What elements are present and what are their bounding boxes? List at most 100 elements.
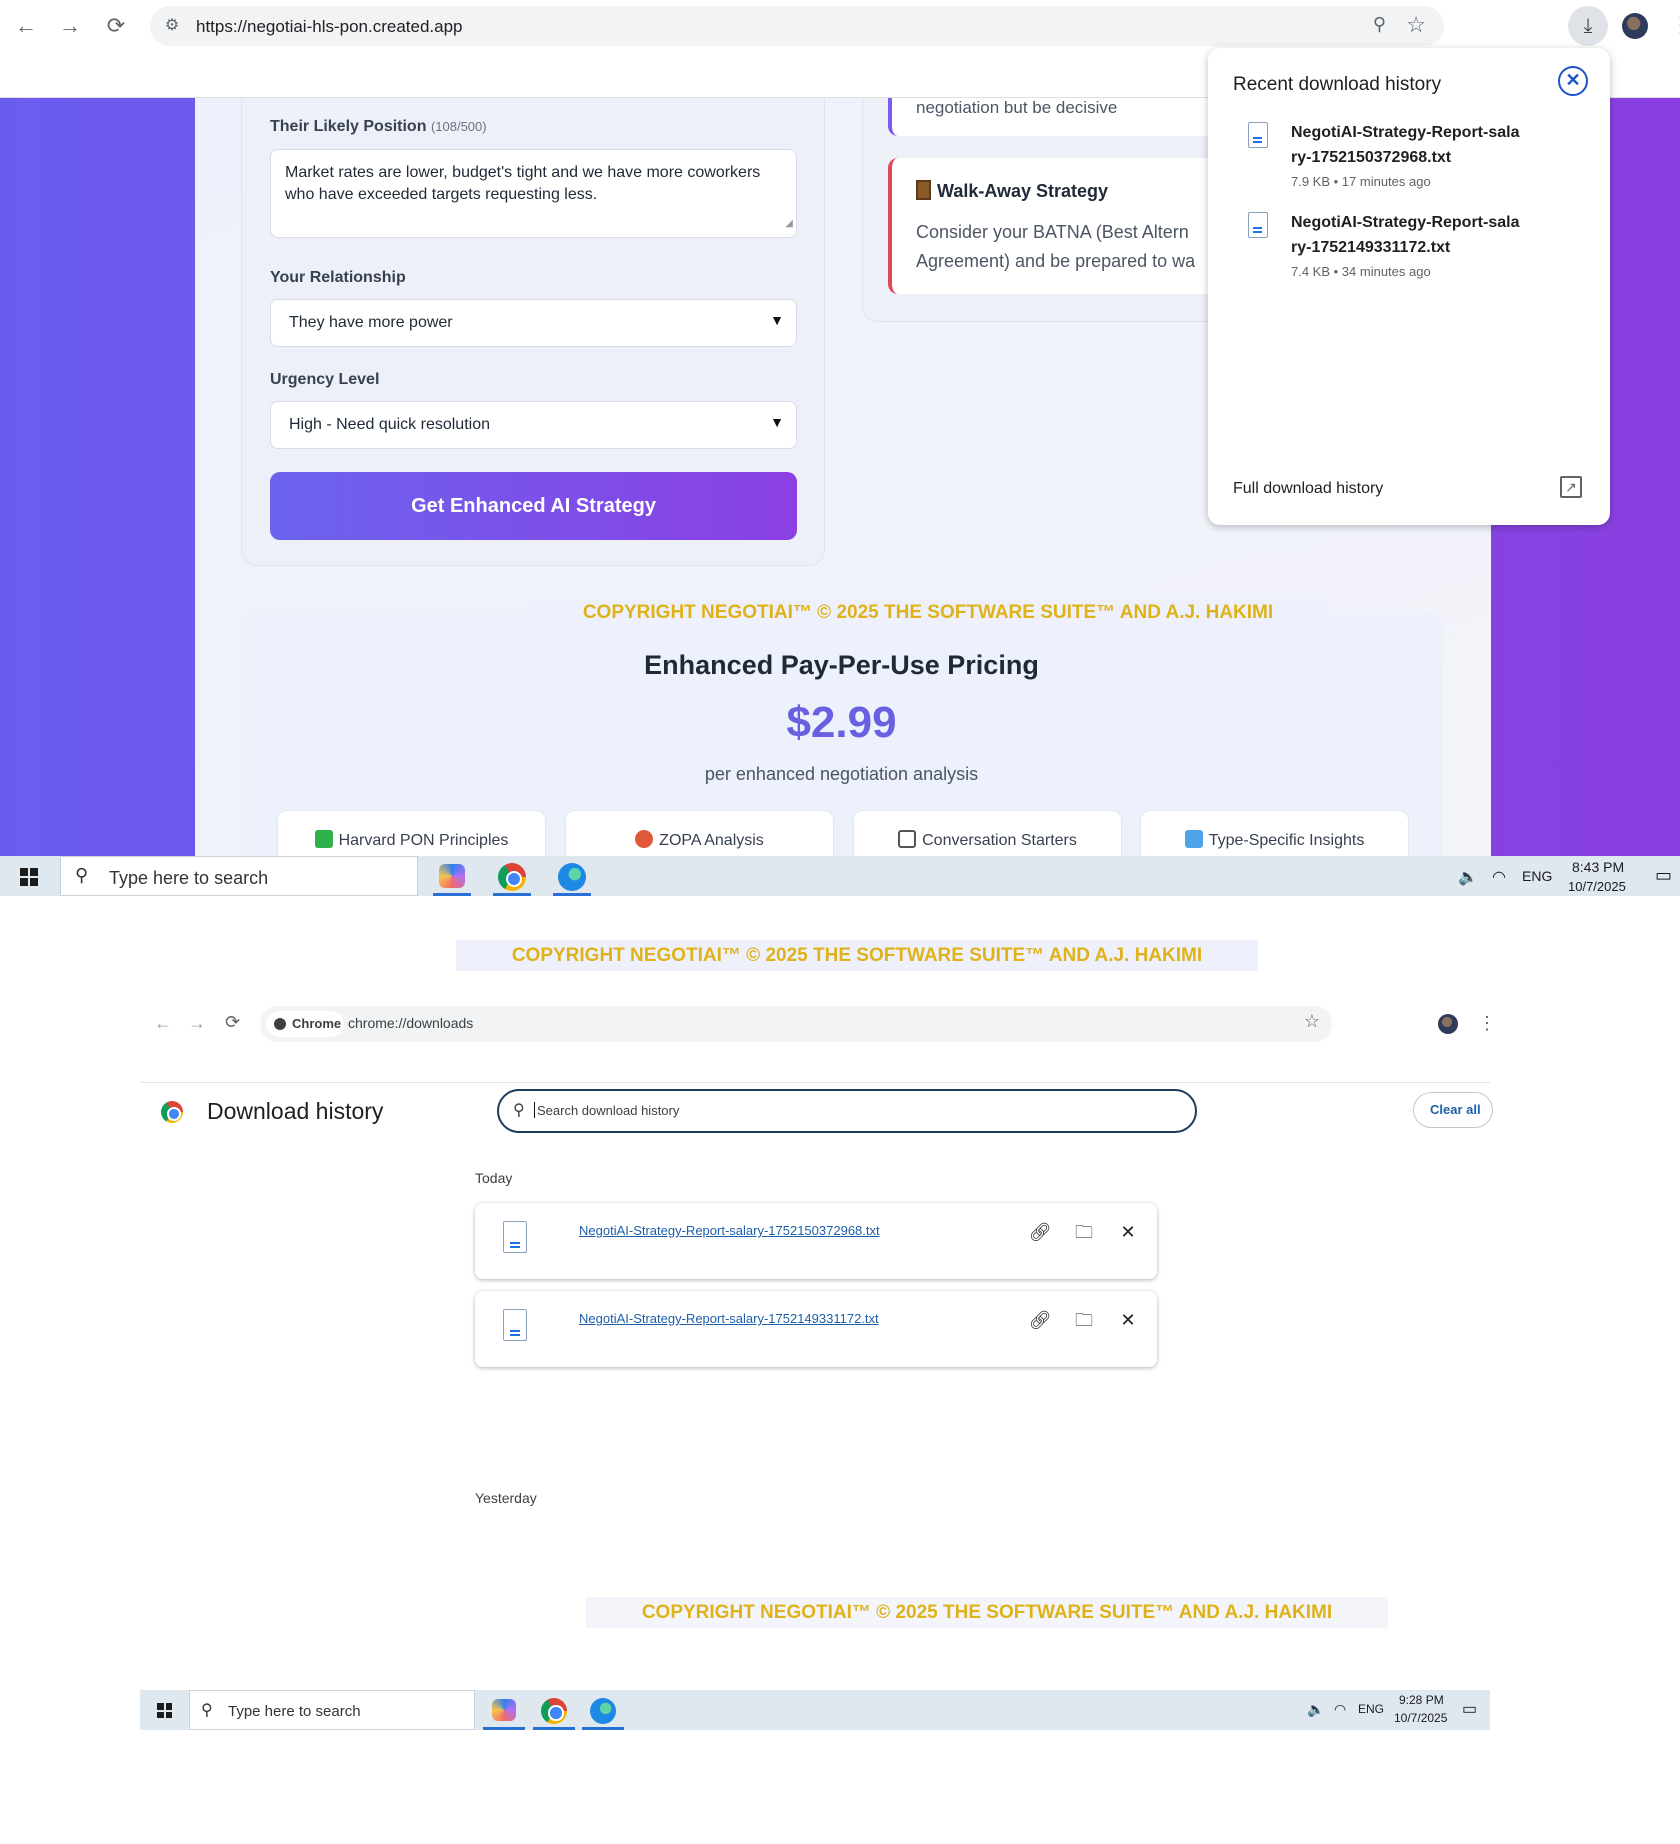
- download-file-link[interactable]: NegotiAI-Strategy-Report-salary-17521493…: [579, 1311, 879, 1326]
- copilot-icon: [439, 864, 465, 888]
- urgency-select[interactable]: High - Need quick resolution ▼: [270, 401, 797, 449]
- file-icon: [503, 1309, 527, 1341]
- url-text[interactable]: https://negotiai-hls-pon.created.app: [196, 17, 463, 37]
- pricing-subtitle: per enhanced negotiation analysis: [704, 764, 979, 784]
- full-download-history-link[interactable]: Full download history: [1233, 480, 1383, 498]
- their-position-value[interactable]: Market rates are lower, budget's tight a…: [285, 164, 760, 203]
- star-icon[interactable]: ☆: [1406, 12, 1426, 38]
- search-placeholder[interactable]: Search download history: [533, 1102, 679, 1118]
- browser-toolbar: ← → ⟳ ⚙ https://negotiai-hls-pon.created…: [0, 0, 1680, 52]
- close-icon[interactable]: ✕: [1558, 66, 1588, 96]
- taskbar: ⚲ Type here to search 🔈 ◠ ENG 9:28 PM 10…: [140, 1690, 1490, 1730]
- clock-time[interactable]: 8:43 PM: [1572, 859, 1624, 875]
- close-icon[interactable]: ✕: [1113, 1217, 1143, 1247]
- wifi-icon[interactable]: ◠: [1492, 867, 1506, 887]
- download-item-name[interactable]: NegotiAI-Strategy-Report-salary-17521503…: [1291, 120, 1521, 170]
- walkaway-line-1: Consider your BATNA (Best Altern: [916, 222, 1189, 242]
- avatar[interactable]: [1438, 1014, 1458, 1034]
- today-label: Today: [475, 1170, 513, 1186]
- edge-icon: [558, 863, 586, 891]
- search-icon: ⚲: [513, 1102, 525, 1119]
- windows-start-icon[interactable]: [157, 1703, 172, 1718]
- their-position-input[interactable]: Market rates are lower, budget's tight a…: [270, 149, 797, 238]
- target-icon: [635, 830, 654, 848]
- url-text[interactable]: chrome://downloads: [348, 1015, 473, 1031]
- relationship-value[interactable]: They have more power: [289, 314, 453, 331]
- download-item-meta: 7.4 KB • 34 minutes ago: [1291, 264, 1431, 279]
- char-count: (108/500): [430, 119, 487, 134]
- taskbar-search[interactable]: ⚲ Type here to search: [189, 1690, 475, 1730]
- speaker-icon[interactable]: 🔈: [1458, 867, 1478, 887]
- chrome-taskbar-button[interactable]: [493, 856, 531, 896]
- menu-icon[interactable]: ⋮: [1670, 12, 1680, 38]
- download-item-meta: 7.9 KB • 17 minutes ago: [1291, 174, 1431, 189]
- avatar[interactable]: [1622, 13, 1648, 39]
- copyright-banner: COPYRIGHT NEGOTIAI™ © 2025 THE SOFTWARE …: [456, 940, 1258, 971]
- download-item[interactable]: NegotiAI-Strategy-Report-salary-17521493…: [1233, 210, 1593, 280]
- windows-start-icon[interactable]: [20, 868, 38, 886]
- language-indicator[interactable]: ENG: [1358, 1702, 1384, 1716]
- wifi-icon[interactable]: ◠: [1334, 1701, 1346, 1718]
- address-bar[interactable]: ⚙ https://negotiai-hls-pon.created.app ⚲…: [150, 6, 1444, 46]
- close-icon[interactable]: ✕: [1113, 1305, 1143, 1335]
- taskbar-search-placeholder[interactable]: Type here to search: [228, 1703, 361, 1720]
- taskbar-search[interactable]: ⚲ Type here to search: [60, 856, 418, 896]
- feature-chip: ZOPA Analysis: [565, 810, 834, 856]
- download-item-name[interactable]: NegotiAI-Strategy-Report-salary-17521493…: [1291, 210, 1521, 260]
- back-button[interactable]: ←: [154, 1013, 172, 1034]
- forward-button[interactable]: →: [188, 1013, 206, 1034]
- search-input[interactable]: ⚲ Search download history: [497, 1089, 1197, 1133]
- edge-icon: [590, 1698, 616, 1724]
- notifications-icon[interactable]: ▭: [1655, 865, 1672, 886]
- address-bar[interactable]: Chrome chrome://downloads ☆: [260, 1006, 1332, 1042]
- link-icon[interactable]: 🔗︎: [1025, 1217, 1055, 1247]
- download-item[interactable]: NegotiAI-Strategy-Report-salary-17521503…: [1233, 120, 1593, 190]
- folder-icon[interactable]: 🗀: [1069, 1217, 1099, 1247]
- relationship-select[interactable]: They have more power ▼: [270, 299, 797, 347]
- reload-button[interactable]: ⟳: [102, 12, 130, 40]
- get-strategy-button[interactable]: Get Enhanced AI Strategy: [270, 472, 797, 540]
- walkaway-body: Consider your BATNA (Best Altern Agreeme…: [916, 218, 1222, 276]
- chevron-down-icon[interactable]: ▼: [770, 312, 784, 328]
- folder-icon[interactable]: 🗀: [1069, 1305, 1099, 1335]
- external-link-icon[interactable]: ↗: [1560, 476, 1582, 498]
- chrome-site-chip[interactable]: Chrome: [266, 1011, 344, 1037]
- copilot-taskbar-button[interactable]: [483, 1690, 525, 1730]
- walkaway-line-2: Agreement) and be prepared to wa: [916, 251, 1196, 271]
- feature-chip: Harvard PON Principles: [277, 810, 546, 856]
- clock-date[interactable]: 10/7/2025: [1568, 879, 1626, 894]
- clear-all-button[interactable]: Clear all: [1413, 1092, 1493, 1128]
- download-bubble-title: Recent download history: [1233, 74, 1442, 95]
- urgency-value[interactable]: High - Need quick resolution: [289, 416, 490, 433]
- notifications-icon[interactable]: ▭: [1462, 1699, 1477, 1719]
- chrome-logo-icon: [161, 1101, 183, 1123]
- chevron-down-icon[interactable]: ▼: [770, 414, 784, 430]
- edge-taskbar-button[interactable]: [582, 1690, 624, 1730]
- download-icon[interactable]: ⤓: [1568, 6, 1608, 46]
- forward-button[interactable]: →: [56, 12, 84, 40]
- site-info-icon[interactable]: ⚙: [160, 14, 184, 38]
- chrome-icon: [498, 863, 526, 891]
- clock-time[interactable]: 9:28 PM: [1399, 1693, 1444, 1707]
- language-indicator[interactable]: ENG: [1522, 868, 1552, 884]
- menu-icon[interactable]: ⋮: [1478, 1013, 1496, 1034]
- copyright-banner: COPYRIGHT NEGOTIAI™ © 2025 THE SOFTWARE …: [586, 1597, 1388, 1628]
- reload-button[interactable]: ⟳: [225, 1012, 240, 1033]
- resize-handle-icon[interactable]: ◢: [785, 213, 793, 235]
- back-button[interactable]: ←: [12, 12, 40, 40]
- search-icon: ⚲: [201, 1702, 213, 1719]
- file-icon: [1248, 212, 1268, 238]
- yesterday-label: Yesterday: [475, 1490, 537, 1506]
- link-icon[interactable]: 🔗︎: [1025, 1305, 1055, 1335]
- edge-taskbar-button[interactable]: [553, 856, 591, 896]
- copyright-banner: COPYRIGHT NEGOTIAI™ © 2025 THE SOFTWARE …: [528, 598, 1328, 628]
- copilot-icon: [492, 1699, 516, 1721]
- chrome-taskbar-button[interactable]: [533, 1690, 575, 1730]
- zoom-icon[interactable]: ⚲: [1373, 14, 1386, 35]
- copilot-taskbar-button[interactable]: [433, 856, 471, 896]
- speaker-icon[interactable]: 🔈: [1307, 1701, 1324, 1718]
- download-file-link[interactable]: NegotiAI-Strategy-Report-salary-17521503…: [579, 1223, 880, 1238]
- star-icon[interactable]: ☆: [1304, 1011, 1320, 1032]
- clock-date[interactable]: 10/7/2025: [1394, 1711, 1447, 1725]
- taskbar-search-placeholder[interactable]: Type here to search: [109, 868, 268, 889]
